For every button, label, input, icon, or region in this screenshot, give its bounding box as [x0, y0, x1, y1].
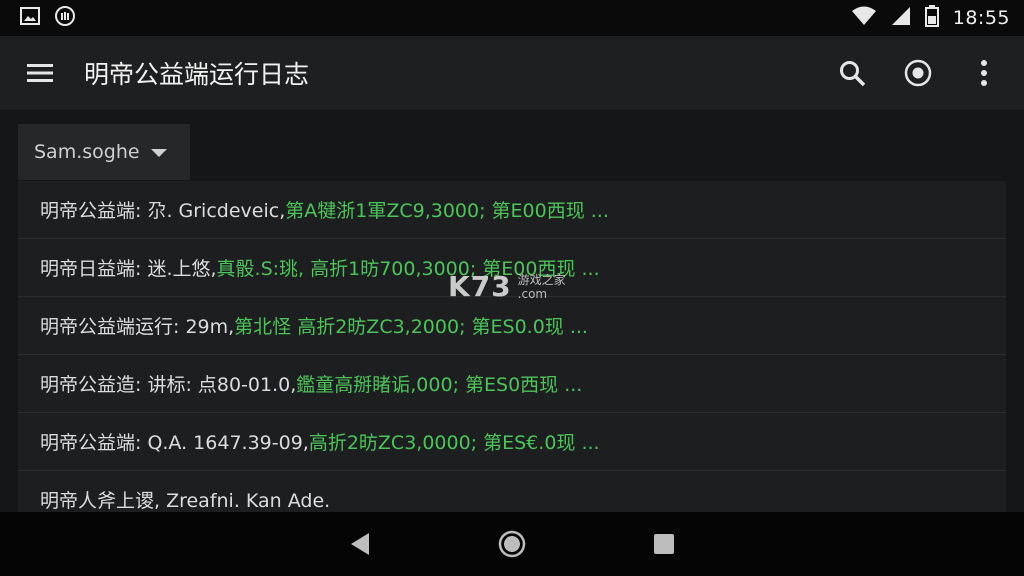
status-time: 18:55 [952, 7, 1010, 29]
log-row-value: 第A犍浙1軍ZC9,3000; 第E00西现 ... [285, 200, 609, 222]
log-row-value: 鑑童高掰睹诟,000; 第ES0西现 ... [296, 374, 583, 396]
filter-dropdown[interactable]: Sam.soghe [18, 124, 190, 180]
back-icon[interactable] [344, 528, 376, 560]
watermark-text: 游戏之家 .com [518, 273, 566, 301]
watermark-brand: K73 [448, 270, 512, 303]
search-icon[interactable] [836, 57, 868, 89]
log-row-label: 明帝公益端: 尕. Gricdeveic, [40, 200, 286, 222]
status-bar: 18:55 [0, 0, 1024, 36]
log-list: 明帝公益端: 尕. Gricdeveic, 第A犍浙1軍ZC9,3000; 第E… [18, 181, 1006, 514]
log-row-label: 明帝人斧上谡, Zreafni. Kan Ade. [40, 490, 331, 512]
log-row[interactable]: 明帝公益造: 讲标: 点80-01.0, 鑑童高掰睹诟,000; 第ES0西现 … [18, 355, 1006, 413]
more-vert-icon[interactable] [968, 57, 1000, 89]
system-nav-bar [0, 512, 1024, 576]
status-bar-right: 18:55 [851, 5, 1010, 31]
watermark-line1: 游戏之家 [517, 272, 566, 287]
page-title: 明帝公益端运行日志 [84, 60, 310, 89]
log-row-value: 高折2昉ZC3,0000; 第ES€.0现 ... [308, 432, 600, 454]
log-row[interactable]: 明帝人斧上谡, Zreafni. Kan Ade. [18, 471, 1006, 514]
log-row-label: 明帝公益端运行: 29m, [40, 316, 235, 338]
log-row-label: 明帝公益端: Q.A. 1647.39-09, [40, 432, 309, 454]
log-row[interactable]: 明帝公益端: Q.A. 1647.39-09, 高折2昉ZC3,0000; 第E… [18, 413, 1006, 471]
app-notification-icon [54, 5, 76, 31]
filter-selected-value: Sam.soghe [34, 141, 140, 163]
signal-icon [891, 6, 911, 30]
recents-icon[interactable] [648, 528, 680, 560]
log-row-label: 明帝日益端: 迷.上悠, [40, 258, 217, 280]
home-icon[interactable] [496, 528, 528, 560]
app-toolbar: 明帝公益端运行日志 [0, 36, 1024, 110]
record-icon[interactable] [902, 57, 934, 89]
log-row-value: 第北怪 高折2昉ZC3,2000; 第ES0.0现 ... [234, 316, 588, 338]
image-icon [20, 7, 40, 29]
log-row[interactable]: 明帝公益端运行: 29m, 第北怪 高折2昉ZC3,2000; 第ES0.0现 … [18, 297, 1006, 355]
dropdown-arrow-icon [150, 141, 168, 163]
menu-icon[interactable] [24, 57, 56, 89]
status-bar-left [20, 5, 76, 31]
watermark-line2: .com [517, 286, 548, 301]
watermark-logo: K73 游戏之家 .com [448, 270, 566, 303]
log-row[interactable]: 明帝公益端: 尕. Gricdeveic, 第A犍浙1軍ZC9,3000; 第E… [18, 181, 1006, 239]
wifi-icon [851, 6, 877, 30]
toolbar-actions [836, 57, 1000, 89]
log-content: Sam.soghe 明帝公益端: 尕. Gricdeveic, 第A犍浙1軍ZC… [18, 124, 1006, 514]
log-row-label: 明帝公益造: 讲标: 点80-01.0, [40, 374, 297, 396]
battery-icon [924, 5, 939, 31]
